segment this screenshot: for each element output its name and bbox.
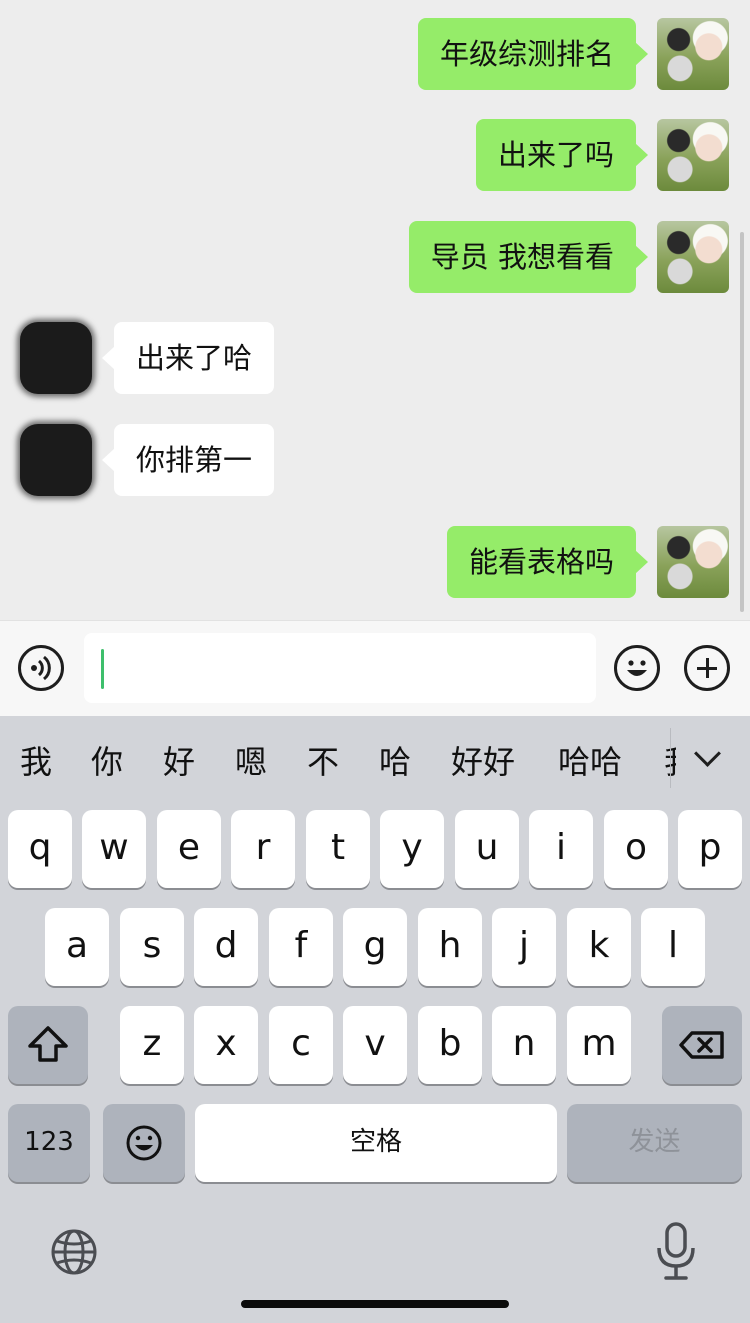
candidate-word[interactable]: 我 — [20, 742, 52, 782]
key-f[interactable]: f — [269, 908, 333, 986]
key-e[interactable]: e — [157, 810, 221, 888]
key-i[interactable]: i — [529, 810, 593, 888]
emoji-icon — [627, 660, 647, 676]
key-l[interactable]: l — [641, 908, 705, 986]
key-q[interactable]: q — [8, 810, 72, 888]
chevron-down-icon[interactable] — [694, 742, 726, 774]
divider — [670, 728, 671, 788]
shift-key[interactable] — [8, 1006, 88, 1084]
message-row: 你排第一 — [0, 424, 750, 496]
message-row: 年级综测排名 — [0, 18, 750, 90]
key-g[interactable]: g — [343, 908, 407, 986]
candidate-word[interactable]: 好好 — [451, 742, 515, 782]
key-k[interactable]: k — [567, 908, 631, 986]
key-x[interactable]: x — [194, 1006, 258, 1084]
delete-key[interactable] — [662, 1006, 742, 1084]
message-row: 导员 我想看看 — [0, 221, 750, 293]
key-b[interactable]: b — [418, 1006, 482, 1084]
key-u[interactable]: u — [455, 810, 519, 888]
scrollbar[interactable] — [740, 232, 744, 612]
shift-icon — [28, 1026, 68, 1062]
voice-icon — [31, 655, 51, 681]
message-row: 出来了哈 — [0, 322, 750, 394]
emoji-button[interactable] — [614, 645, 660, 691]
candidate-bar: 我 你 好 嗯 不 哈 好好 哈哈 我 — [0, 716, 750, 808]
key-t[interactable]: t — [306, 810, 370, 888]
backspace-icon — [679, 1031, 724, 1059]
my-avatar[interactable] — [657, 119, 729, 191]
key-y[interactable]: y — [380, 810, 444, 888]
my-avatar[interactable] — [657, 221, 729, 293]
chat-area[interactable]: 年级综测排名 出来了吗 导员 我想看看 出来了哈 你排第一 能看表格吗 — [0, 0, 750, 620]
space-key[interactable]: 空格 — [195, 1104, 557, 1182]
message-row: 能看表格吗 — [0, 526, 750, 598]
key-o[interactable]: o — [604, 810, 668, 888]
candidate-word[interactable]: 不 — [307, 742, 339, 782]
send-key[interactable]: 发送 — [567, 1104, 742, 1182]
message-row: 出来了吗 — [0, 119, 750, 191]
key-s[interactable]: s — [120, 908, 184, 986]
contact-avatar[interactable] — [20, 424, 92, 496]
candidate-word[interactable]: 哈哈 — [558, 742, 622, 782]
emoji-key[interactable] — [103, 1104, 185, 1182]
key-z[interactable]: z — [120, 1006, 184, 1084]
key-j[interactable]: j — [492, 908, 556, 986]
key-p[interactable]: p — [678, 810, 742, 888]
emoji-icon — [126, 1125, 162, 1161]
my-avatar[interactable] — [657, 526, 729, 598]
candidate-word[interactable]: 哈 — [379, 742, 411, 782]
message-bubble[interactable]: 出来了哈 — [101, 322, 275, 394]
key-m[interactable]: m — [567, 1006, 631, 1084]
keyboard: 我 你 好 嗯 不 哈 好好 哈哈 我 q w e r t y u i o p … — [0, 716, 750, 1323]
globe-icon[interactable] — [50, 1228, 98, 1276]
key-h[interactable]: h — [418, 908, 482, 986]
my-avatar[interactable] — [657, 18, 729, 90]
key-r[interactable]: r — [231, 810, 295, 888]
key-w[interactable]: w — [82, 810, 146, 888]
message-bubble[interactable]: 年级综测排名 — [417, 18, 649, 90]
key-v[interactable]: v — [343, 1006, 407, 1084]
message-bubble[interactable]: 出来了吗 — [475, 119, 649, 191]
home-indicator[interactable] — [241, 1300, 509, 1308]
message-bubble[interactable]: 导员 我想看看 — [408, 221, 649, 293]
numbers-key[interactable]: 123 — [8, 1104, 90, 1182]
candidate-word[interactable]: 好 — [163, 742, 195, 782]
message-bubble[interactable]: 能看表格吗 — [446, 526, 649, 598]
candidate-word[interactable]: 嗯 — [235, 742, 267, 782]
key-d[interactable]: d — [194, 908, 258, 986]
voice-button[interactable] — [18, 645, 64, 691]
contact-avatar[interactable] — [20, 322, 92, 394]
input-bar — [0, 620, 750, 717]
message-input[interactable] — [84, 633, 596, 703]
text-caret — [101, 649, 104, 689]
key-a[interactable]: a — [45, 908, 109, 986]
candidate-word[interactable]: 你 — [91, 742, 123, 782]
microphone-icon[interactable] — [654, 1222, 698, 1282]
key-c[interactable]: c — [269, 1006, 333, 1084]
key-n[interactable]: n — [492, 1006, 556, 1084]
message-bubble[interactable]: 你排第一 — [101, 424, 275, 496]
more-button[interactable] — [684, 645, 730, 691]
